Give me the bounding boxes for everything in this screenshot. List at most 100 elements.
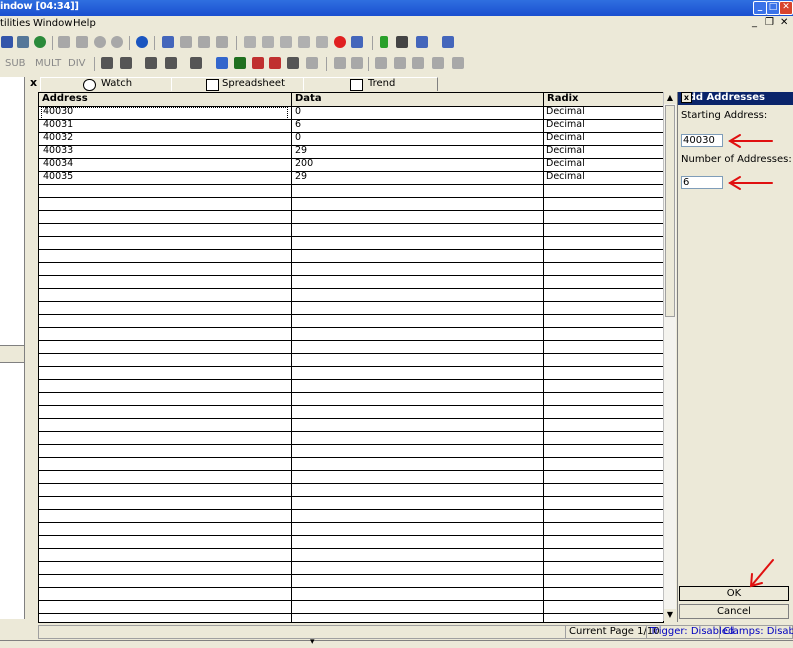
transfer-icon[interactable] — [162, 36, 174, 48]
zoom-in-icon[interactable] — [94, 36, 106, 48]
restore-button[interactable]: □ — [766, 1, 780, 15]
page-icon[interactable] — [306, 57, 318, 69]
cell-radix[interactable]: Decimal — [546, 119, 585, 131]
flag-prev-icon[interactable] — [412, 57, 424, 69]
bookmark-icon[interactable] — [452, 57, 464, 69]
cell-radix[interactable]: Decimal — [546, 145, 585, 157]
flag-next-icon[interactable] — [394, 57, 406, 69]
toolbar-separator — [368, 57, 369, 71]
shield-icon[interactable] — [351, 57, 363, 69]
pause-icon[interactable] — [316, 36, 328, 48]
coil-icon[interactable] — [165, 57, 177, 69]
tab-watch[interactable]: Watch — [40, 77, 172, 91]
network-icon[interactable] — [442, 36, 454, 48]
row-divider — [39, 249, 663, 250]
cell-address[interactable]: 40034 — [43, 158, 73, 170]
watch-grid[interactable]: Address Data Radix 40030 0 Decimal 40031… — [38, 92, 664, 623]
rung-icon[interactable] — [120, 57, 132, 69]
sub-button[interactable]: SUB — [5, 58, 26, 69]
tab-watch-label: Watch — [101, 78, 133, 89]
selected-cell-outline — [41, 107, 288, 120]
monitor-icon[interactable] — [234, 57, 246, 69]
zoom-out-icon[interactable] — [111, 36, 123, 48]
traffic-light-icon[interactable] — [380, 36, 388, 48]
left-panel-close-icon[interactable]: x — [30, 76, 37, 89]
div-button[interactable]: DIV — [68, 58, 86, 69]
contact-icon[interactable] — [145, 57, 157, 69]
menu-window[interactable]: Window — [33, 18, 72, 29]
cancel-button[interactable]: Cancel — [679, 604, 789, 619]
cell-radix[interactable]: Decimal — [546, 132, 585, 144]
grid-vertical-scrollbar[interactable]: ▲ ▼ — [663, 92, 676, 621]
project-icon[interactable] — [334, 57, 346, 69]
row-divider — [39, 301, 663, 302]
cell-address[interactable]: 40031 — [43, 119, 73, 131]
starting-address-input[interactable] — [681, 134, 723, 147]
ladder-icon[interactable] — [101, 57, 113, 69]
mdi-restore-button[interactable]: ❐ — [765, 17, 774, 28]
globe-icon[interactable] — [34, 36, 46, 48]
help-icon[interactable] — [216, 57, 228, 69]
ok-button[interactable]: OK — [679, 586, 789, 601]
scroll-thumb[interactable] — [665, 105, 675, 317]
stop-icon[interactable] — [76, 36, 88, 48]
cell-radix[interactable]: Decimal — [546, 106, 585, 118]
column-header-address[interactable]: Address — [39, 93, 291, 107]
delete-icon[interactable] — [269, 57, 281, 69]
download-icon[interactable] — [198, 36, 210, 48]
cell-radix[interactable]: Decimal — [546, 158, 585, 170]
save-icon[interactable] — [58, 36, 70, 48]
column-header-data[interactable]: Data — [292, 93, 543, 107]
menu-help[interactable]: Help — [73, 18, 96, 29]
online-icon[interactable] — [136, 36, 148, 48]
cell-address[interactable]: 40032 — [43, 132, 73, 144]
close-button[interactable]: ✕ — [779, 1, 793, 15]
insert-icon[interactable] — [252, 57, 264, 69]
cell-data[interactable]: 0 — [295, 106, 301, 118]
row-divider — [39, 340, 663, 341]
upload-icon[interactable] — [180, 36, 192, 48]
row-divider — [39, 379, 663, 380]
column-header-radix[interactable]: Radix — [544, 93, 663, 107]
cell-data[interactable]: 6 — [295, 119, 301, 131]
back-icon[interactable] — [262, 36, 274, 48]
add-addresses-close-icon[interactable]: x — [681, 92, 692, 103]
settings-icon[interactable] — [396, 36, 408, 48]
flag-icon[interactable] — [375, 57, 387, 69]
menu-utilities[interactable]: tilities — [0, 18, 30, 29]
cell-data[interactable]: 29 — [295, 145, 307, 157]
mode-icon[interactable] — [351, 36, 363, 48]
scroll-down-icon[interactable]: ▼ — [664, 609, 676, 621]
device-icon[interactable] — [416, 36, 428, 48]
toolbar-separator — [154, 36, 155, 50]
minimize-button[interactable]: _ — [753, 1, 767, 15]
cell-data[interactable]: 29 — [295, 171, 307, 183]
block-icon[interactable] — [190, 57, 202, 69]
row-divider — [39, 457, 663, 458]
first-icon[interactable] — [244, 36, 256, 48]
verify-icon[interactable] — [216, 36, 228, 48]
cell-data[interactable]: 0 — [295, 132, 301, 144]
cell-address[interactable]: 40033 — [43, 145, 73, 157]
left-panel-strip — [0, 345, 24, 363]
row-divider — [39, 223, 663, 224]
mdi-minimize-button[interactable]: _ — [752, 17, 757, 28]
cell-data[interactable]: 200 — [295, 158, 313, 170]
book-icon[interactable] — [287, 57, 299, 69]
mult-button[interactable]: MULT — [35, 58, 61, 69]
number-of-addresses-input[interactable] — [681, 176, 723, 189]
row-divider — [39, 483, 663, 484]
cell-radix[interactable]: Decimal — [546, 171, 585, 183]
tab-trend[interactable]: Trend — [303, 77, 438, 91]
bottom-arrow-icon[interactable]: ▾ — [310, 637, 315, 647]
record-icon[interactable] — [334, 36, 346, 48]
search-icon[interactable] — [1, 36, 13, 48]
last-icon[interactable] — [298, 36, 310, 48]
tab-spreadsheet[interactable]: Spreadsheet — [171, 77, 304, 91]
cell-address[interactable]: 40035 — [43, 171, 73, 183]
scroll-up-icon[interactable]: ▲ — [664, 92, 676, 104]
compare-icon[interactable] — [17, 36, 29, 48]
lock-icon[interactable] — [432, 57, 444, 69]
mdi-close-button[interactable]: ✕ — [780, 17, 788, 28]
forward-icon[interactable] — [280, 36, 292, 48]
